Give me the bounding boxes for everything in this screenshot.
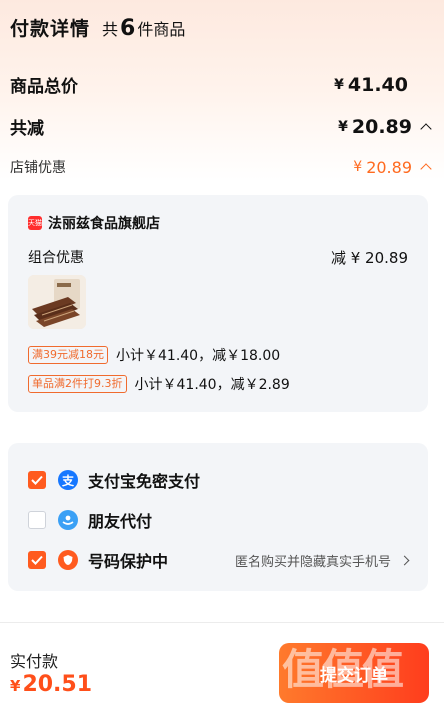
checkbox-checked[interactable] [28, 551, 46, 569]
total-price-row: 商品总价 ¥41.40 [10, 72, 430, 98]
phone-protection-row[interactable]: 号码保护中 匿名购买并隐藏真实手机号 [28, 548, 410, 572]
promo-tag: 单品满2件打9.3折 [28, 375, 127, 393]
promo-row: 满39元减18元 小计￥41.40，减￥18.00 [28, 345, 280, 365]
alipay-icon: 支 [58, 470, 78, 490]
chevron-up-icon[interactable] [420, 163, 432, 175]
store-discount-value: ¥20.89 [353, 158, 432, 177]
promo-tag: 满39元减18元 [28, 346, 108, 364]
payment-option-friend[interactable]: 朋友代付 [28, 508, 408, 532]
payment-option-alipay[interactable]: 支 支付宝免密支付 [28, 468, 408, 492]
store-discount-label: 店铺优惠 [10, 160, 66, 176]
payment-options-card: 支 支付宝免密支付 朋友代付 号码保护中 匿名购买并隐藏真实手机号 [8, 443, 428, 591]
payment-option-label: 号码保护中 [88, 552, 169, 571]
combo-discount-value: 减 ¥ 20.89 [330, 249, 408, 267]
tmall-badge-icon: 天猫 [28, 216, 42, 230]
actual-payment-value: ¥20.51 [10, 672, 93, 697]
friend-pay-icon [58, 510, 78, 530]
promo-subtotal: 小计￥41.40，减￥2.89 [134, 377, 290, 393]
chevron-right-icon [399, 555, 410, 565]
page-title: 付款详情 [10, 18, 91, 40]
total-discount-row[interactable]: 共减 ¥20.89 [10, 114, 432, 139]
shop-discount-card: 天猫 法丽兹食品旗舰店 组合优惠 减 ¥ 20.89 满39元减18元 小计￥4… [8, 195, 428, 412]
product-thumbnail[interactable] [28, 275, 86, 329]
promo-row: 单品满2件打9.3折 小计￥41.40，减￥2.89 [28, 374, 290, 394]
shop-name: 法丽兹食品旗舰店 [48, 216, 160, 232]
total-price-value: ¥41.40 [334, 73, 408, 96]
combo-discount-label: 组合优惠 [28, 250, 84, 266]
submit-order-button[interactable]: 提交订单 [279, 643, 429, 703]
chevron-up-icon[interactable] [420, 122, 432, 135]
payment-option-label: 支付宝免密支付 [88, 472, 201, 491]
wafer-product-image [28, 275, 86, 329]
shop-header: 天猫 法丽兹食品旗舰店 [28, 213, 160, 233]
page-header: 付款详情 共6 件商品 [10, 14, 185, 41]
total-discount-value: ¥20.89 [338, 116, 432, 138]
promo-subtotal: 小计￥41.40，减￥18.00 [116, 348, 281, 364]
actual-payment-label: 实付款 [10, 652, 59, 671]
shield-glyph [63, 555, 73, 565]
check-icon [31, 555, 43, 565]
payment-option-label: 朋友代付 [88, 512, 153, 531]
checkbox-checked[interactable] [28, 471, 46, 489]
phone-protection-desc[interactable]: 匿名购买并隐藏真实手机号 [235, 551, 410, 570]
total-price-label: 商品总价 [10, 77, 78, 97]
check-icon [31, 475, 43, 485]
combo-discount-row: 组合优惠 减 ¥ 20.89 [28, 247, 408, 268]
shield-icon [58, 550, 78, 570]
store-discount-row[interactable]: 店铺优惠 ¥20.89 [10, 157, 432, 177]
checkbox-unchecked[interactable] [28, 511, 46, 529]
total-discount-label: 共减 [10, 119, 44, 139]
footer-divider [0, 622, 444, 623]
hand-heart-icon [62, 515, 74, 525]
item-count: 共6 件商品 [102, 16, 186, 41]
